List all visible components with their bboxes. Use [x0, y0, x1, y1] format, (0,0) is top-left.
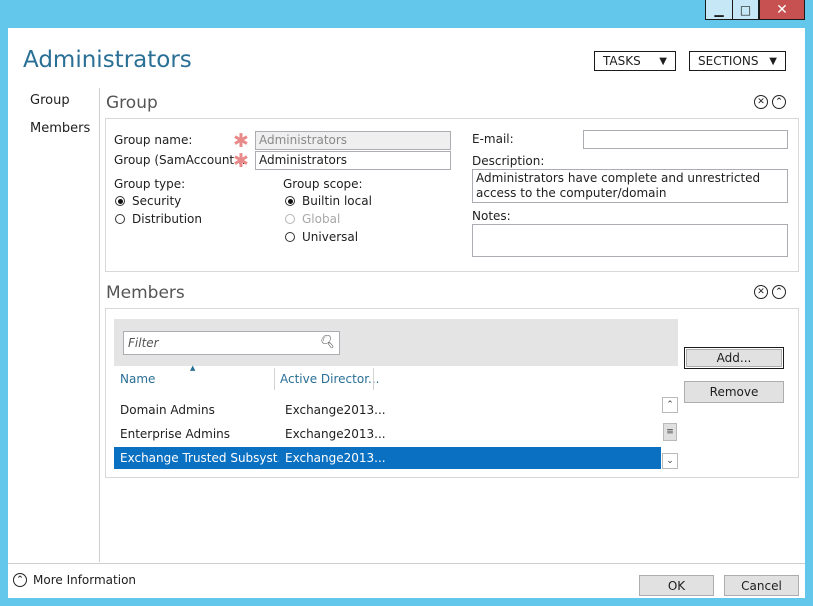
member-name: Enterprise Admins — [120, 427, 231, 441]
table-row[interactable]: Domain Admins Exchange2013... — [114, 399, 661, 421]
radio-unselected-icon — [115, 214, 125, 224]
radio-global-label: Global — [302, 212, 341, 226]
radio-unselected-icon — [285, 214, 295, 224]
radio-security[interactable]: Security — [115, 194, 181, 208]
radio-universal[interactable]: Universal — [285, 230, 358, 244]
chevron-up-icon: ⌃ — [13, 573, 27, 587]
section-nav: Group Members — [8, 88, 100, 562]
close-icon: ✕ — [776, 1, 788, 18]
radio-selected-icon — [285, 196, 295, 206]
sam-account-field[interactable]: Administrators — [255, 151, 451, 170]
radio-selected-icon — [115, 196, 125, 206]
radio-builtin-local-label: Builtin local — [302, 194, 372, 208]
group-type-label: Group type: — [114, 177, 186, 191]
sort-ascending-icon: ▲ — [190, 364, 196, 372]
description-field[interactable]: Administrators have complete and unrestr… — [472, 169, 788, 203]
vertical-scrollbar[interactable]: ⌃ ≡ ⌄ — [662, 397, 678, 469]
filter-input[interactable]: Filter 🔍︎ — [123, 331, 340, 355]
scroll-up-icon[interactable]: ⌃ — [662, 397, 678, 413]
group-name-label: Group name: — [114, 133, 193, 147]
chevron-up-icon[interactable]: ⌃ — [772, 95, 786, 109]
maximize-icon: □ — [739, 2, 752, 17]
sections-label: SECTIONS — [698, 54, 759, 68]
filter-placeholder: Filter — [128, 336, 159, 350]
minimize-icon: ▁ — [714, 2, 724, 17]
more-information-label: More Information — [33, 573, 137, 587]
column-divider[interactable] — [373, 368, 374, 390]
email-label: E-mail: — [472, 132, 514, 146]
radio-distribution[interactable]: Distribution — [115, 212, 202, 226]
column-divider[interactable] — [274, 368, 275, 390]
radio-security-label: Security — [132, 194, 182, 208]
radio-unselected-icon — [285, 232, 295, 242]
scroll-thumb[interactable]: ≡ — [663, 423, 677, 441]
members-section-controls: ✕ ⌃ — [754, 285, 786, 299]
tasks-label: TASKS — [603, 54, 641, 68]
email-field[interactable] — [583, 130, 788, 149]
required-icon: ✱ — [233, 130, 249, 152]
dialog-window: Administrators TASKS ▼ SECTIONS ▼ Group … — [8, 28, 805, 598]
close-icon[interactable]: ✕ — [754, 95, 768, 109]
chevron-down-icon: ▼ — [659, 55, 667, 67]
radio-builtin-local[interactable]: Builtin local — [285, 194, 372, 208]
group-section-title: Group — [106, 93, 158, 113]
tasks-dropdown[interactable]: TASKS ▼ — [594, 51, 676, 71]
remove-member-button[interactable]: Remove — [684, 381, 784, 403]
sam-account-label: Group (SamAccount... — [114, 153, 246, 167]
members-section-title: Members — [106, 283, 185, 303]
notes-field[interactable] — [472, 224, 788, 257]
more-information-toggle[interactable]: ⌃ More Information — [13, 573, 136, 587]
table-row[interactable]: Enterprise Admins Exchange2013... — [114, 423, 661, 445]
search-icon[interactable]: 🔍︎ — [318, 335, 335, 350]
scroll-down-icon[interactable]: ⌄ — [662, 453, 678, 469]
window-controls: ▁ □ ✕ — [705, 0, 805, 20]
notes-label: Notes: — [472, 209, 511, 223]
add-member-button[interactable]: Add... — [684, 347, 784, 369]
members-panel: Filter 🔍︎ Name ▲ Active Director... Doma… — [105, 308, 799, 478]
member-ad: Exchange2013... — [285, 403, 386, 417]
required-icon: ✱ — [233, 150, 249, 172]
chevron-down-icon: ▼ — [769, 55, 777, 67]
radio-global: Global — [285, 212, 340, 226]
cancel-button[interactable]: Cancel — [724, 575, 799, 596]
group-panel: Group name: ✱ Administrators Group (SamA… — [105, 118, 799, 272]
group-scope-label: Group scope: — [283, 177, 363, 191]
column-header-active-directory[interactable]: Active Director... — [280, 372, 379, 386]
member-ad: Exchange2013... — [285, 451, 386, 465]
close-icon[interactable]: ✕ — [754, 285, 768, 299]
filter-toolbar: Filter 🔍︎ — [114, 319, 678, 366]
member-name: Exchange Trusted Subsyst... — [120, 451, 279, 465]
chevron-up-icon[interactable]: ⌃ — [772, 285, 786, 299]
radio-universal-label: Universal — [302, 230, 359, 244]
nav-item-members[interactable]: Members — [30, 121, 90, 136]
close-window-button[interactable]: ✕ — [759, 0, 805, 20]
minimize-button[interactable]: ▁ — [705, 0, 732, 20]
group-section-controls: ✕ ⌃ — [754, 95, 786, 109]
description-label: Description: — [472, 154, 545, 168]
dialog-footer: ⌃ More Information OK Cancel — [8, 563, 805, 599]
sections-dropdown[interactable]: SECTIONS ▼ — [689, 51, 786, 71]
ok-button[interactable]: OK — [639, 575, 714, 596]
maximize-button[interactable]: □ — [732, 0, 759, 20]
group-name-field: Administrators — [255, 131, 451, 150]
page-title: Administrators — [23, 47, 192, 73]
radio-distribution-label: Distribution — [132, 212, 203, 226]
nav-item-group[interactable]: Group — [30, 93, 70, 108]
member-ad: Exchange2013... — [285, 427, 386, 441]
table-row-selected[interactable]: Exchange Trusted Subsyst... Exchange2013… — [114, 447, 661, 469]
column-header-name[interactable]: Name — [120, 372, 155, 386]
member-name: Domain Admins — [120, 403, 215, 417]
